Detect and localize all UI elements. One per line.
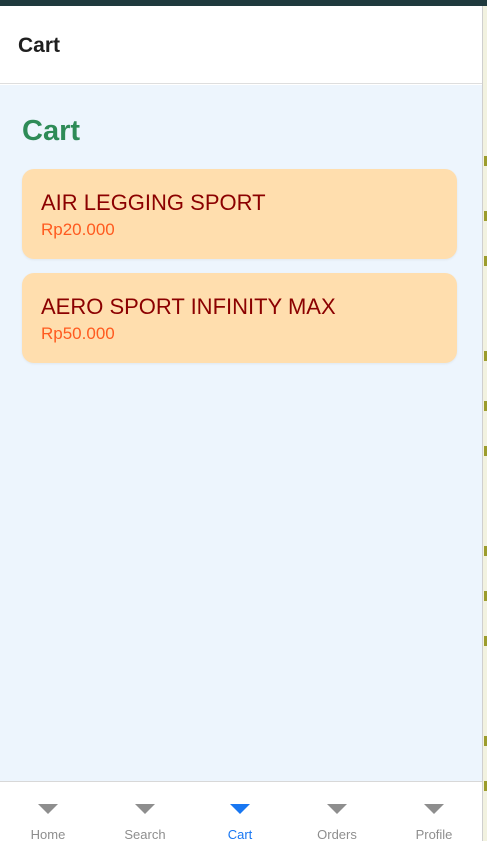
tab-orders[interactable]: Orders — [289, 782, 385, 842]
tab-cart[interactable]: Cart — [192, 782, 288, 842]
chevron-down-icon — [424, 804, 444, 814]
app-screen: Cart Cart AIR LEGGING SPORT Rp20.000 AER… — [0, 6, 482, 842]
tab-search[interactable]: Search — [97, 782, 193, 842]
cart-item-name: AERO SPORT INFINITY MAX — [41, 294, 336, 319]
tab-label: Search — [124, 827, 166, 842]
chevron-down-icon — [38, 804, 58, 814]
tab-profile[interactable]: Profile — [386, 782, 482, 842]
tab-label: Cart — [227, 827, 253, 842]
cart-item[interactable]: AERO SPORT INFINITY MAX Rp50.000 — [22, 273, 457, 363]
chevron-down-icon — [230, 804, 250, 814]
navigation-header: Cart — [0, 6, 482, 84]
bottom-tab-bar: Home Search Cart Orders Profile — [0, 781, 482, 842]
cart-item-price: Rp20.000 — [41, 220, 115, 239]
cart-item-price: Rp50.000 — [41, 324, 115, 343]
tab-label: Home — [30, 827, 66, 842]
chevron-down-icon — [135, 804, 155, 814]
background-window-edge — [482, 6, 487, 841]
cart-item[interactable]: AIR LEGGING SPORT Rp20.000 — [22, 169, 457, 259]
tab-label: Orders — [317, 827, 357, 842]
page-title: Cart — [22, 115, 81, 147]
header-title: Cart — [18, 34, 61, 57]
cart-content[interactable]: Cart AIR LEGGING SPORT Rp20.000 AERO SPO… — [0, 85, 482, 781]
cart-item-name: AIR LEGGING SPORT — [41, 190, 266, 215]
tab-label: Profile — [415, 827, 453, 842]
chevron-down-icon — [327, 804, 347, 814]
tab-home[interactable]: Home — [0, 782, 96, 842]
